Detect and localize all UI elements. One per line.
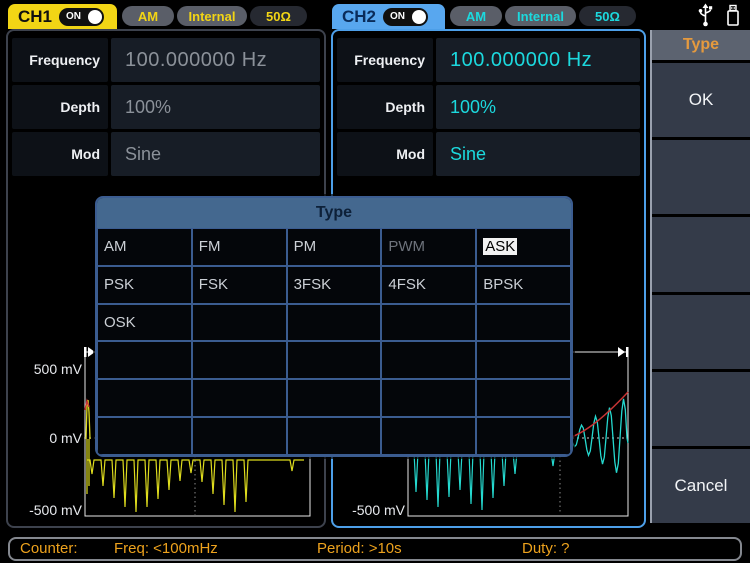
ch2-scale-bottom: -500 mV: [343, 502, 405, 518]
selected-mod-type: ASK: [483, 238, 517, 255]
counter-period: Period: >10s: [317, 539, 402, 559]
menu-title: Type: [652, 30, 750, 60]
ch2-frequency-label: Frequency: [337, 38, 433, 82]
ch2-mod-badge: AM: [450, 6, 502, 26]
mod-type-cell-empty: [192, 417, 287, 455]
dialog-title: Type: [97, 198, 571, 228]
mod-type-cell-empty: [476, 417, 571, 455]
ch1-source-badge: Internal: [177, 6, 247, 26]
ch1-mod-value[interactable]: Sine: [111, 132, 320, 176]
ch2-frequency-value[interactable]: 100.000000 Hz: [436, 38, 640, 82]
ch1-trace: [87, 460, 304, 512]
mod-type-cell-empty: [476, 379, 571, 417]
ch2-depth-label: Depth: [337, 85, 433, 129]
mod-type-cell-empty: [97, 341, 192, 379]
mod-type-cell-ask[interactable]: ASK: [476, 228, 571, 266]
mod-type-cell-empty: [192, 341, 287, 379]
ch2-trigger-marker: [618, 347, 625, 357]
ch1-frequency-value[interactable]: 100.000000 Hz: [111, 38, 320, 82]
cancel-button[interactable]: Cancel: [652, 449, 750, 523]
mod-type-cell-empty: [287, 304, 382, 342]
softkey-blank-4: [652, 372, 750, 446]
ch1-scale-zero: 0 mV: [20, 430, 82, 446]
mod-type-cell-empty: [381, 379, 476, 417]
mod-type-cell-empty: [192, 379, 287, 417]
ch1-frequency-label: Frequency: [12, 38, 108, 82]
mod-type-cell-fsk[interactable]: FSK: [192, 266, 287, 304]
ch1-label: CH1: [18, 7, 52, 27]
usb-icon: [697, 3, 714, 28]
counter-freq: Freq: <100mHz: [114, 539, 218, 559]
mod-type-cell-empty: [381, 417, 476, 455]
ch2-depth-row[interactable]: Depth 100%: [337, 85, 640, 129]
ch1-mod-row[interactable]: Mod Sine: [12, 132, 320, 176]
ch1-depth-label: Depth: [12, 85, 108, 129]
tab-ch1[interactable]: CH1 ON: [8, 4, 117, 29]
mod-type-cell-3fsk[interactable]: 3FSK: [287, 266, 382, 304]
ch1-scale-bottom: -500 mV: [20, 502, 82, 518]
ch1-depth-row[interactable]: Depth 100%: [12, 85, 320, 129]
ch1-impedance-badge: 50Ω: [250, 6, 307, 26]
ch1-mod-badge: AM: [122, 6, 174, 26]
ch2-impedance-badge: 50Ω: [579, 6, 636, 26]
ok-button[interactable]: OK: [652, 63, 750, 137]
ch1-depth-value[interactable]: 100%: [111, 85, 320, 129]
ch1-toggle-label: ON: [66, 11, 81, 22]
softkey-menu: Type OK Cancel: [650, 30, 750, 523]
ch2-trace-spikes: [412, 452, 558, 510]
softkey-blank-2: [652, 217, 750, 291]
mod-type-grid: AM FM PM PWM ASK PSK FSK 3FSK 4FSK BPSK …: [97, 228, 571, 455]
mod-type-cell-pm[interactable]: PM: [287, 228, 382, 266]
softkey-blank-3: [652, 295, 750, 369]
generator-screen: CH1 ON AM Internal 50Ω CH2 ON AM Interna…: [0, 0, 750, 563]
ch2-mod-label: Mod: [337, 132, 433, 176]
ch2-toggle-knob: [412, 10, 426, 24]
mod-type-cell-psk[interactable]: PSK: [97, 266, 192, 304]
ch2-toggle-label: ON: [390, 11, 405, 22]
ch1-mod-label: Mod: [12, 132, 108, 176]
status-icons: [697, 3, 741, 28]
mod-type-cell-empty: [381, 341, 476, 379]
ch2-frequency-row[interactable]: Frequency 100.000000 Hz: [337, 38, 640, 82]
ch2-label: CH2: [342, 7, 376, 27]
usb-drive-icon: [725, 3, 741, 28]
mod-type-cell-empty: [476, 341, 571, 379]
counter-bar: Counter: Freq: <100mHz Period: >10s Duty…: [8, 537, 742, 561]
mod-type-cell-fm[interactable]: FM: [192, 228, 287, 266]
ch2-source-badge: Internal: [505, 6, 576, 26]
mod-type-cell-bpsk[interactable]: BPSK: [476, 266, 571, 304]
ch1-on-toggle[interactable]: ON: [59, 8, 104, 26]
mod-type-cell-empty: [381, 304, 476, 342]
mod-type-cell-empty: [287, 379, 382, 417]
mod-type-cell-empty: [192, 304, 287, 342]
mod-type-dialog: Type AM FM PM PWM ASK PSK FSK 3FSK 4FSK …: [95, 196, 573, 457]
ch1-toggle-knob: [88, 10, 102, 24]
ch2-depth-value[interactable]: 100%: [436, 85, 640, 129]
mod-type-cell-pwm: PWM: [381, 228, 476, 266]
counter-duty: Duty: ?: [522, 539, 570, 559]
ch1-trigger-marker: [84, 347, 87, 357]
mod-type-cell-empty: [97, 417, 192, 455]
softkey-blank-1: [652, 140, 750, 214]
mod-type-cell-osk[interactable]: OSK: [97, 304, 192, 342]
mod-type-cell-empty: [97, 379, 192, 417]
mod-type-cell-4fsk[interactable]: 4FSK: [381, 266, 476, 304]
mod-type-cell-empty: [287, 417, 382, 455]
mod-type-cell-am[interactable]: AM: [97, 228, 192, 266]
ch2-on-toggle[interactable]: ON: [383, 8, 428, 26]
ch2-mod-row[interactable]: Mod Sine: [337, 132, 640, 176]
counter-label: Counter:: [20, 539, 78, 559]
mod-type-cell-empty: [287, 341, 382, 379]
tab-ch2[interactable]: CH2 ON: [332, 4, 445, 29]
ch1-scale-top: 500 mV: [20, 361, 82, 377]
ch2-mod-value[interactable]: Sine: [436, 132, 640, 176]
mod-type-cell-empty: [476, 304, 571, 342]
ch1-frequency-row[interactable]: Frequency 100.000000 Hz: [12, 38, 320, 82]
